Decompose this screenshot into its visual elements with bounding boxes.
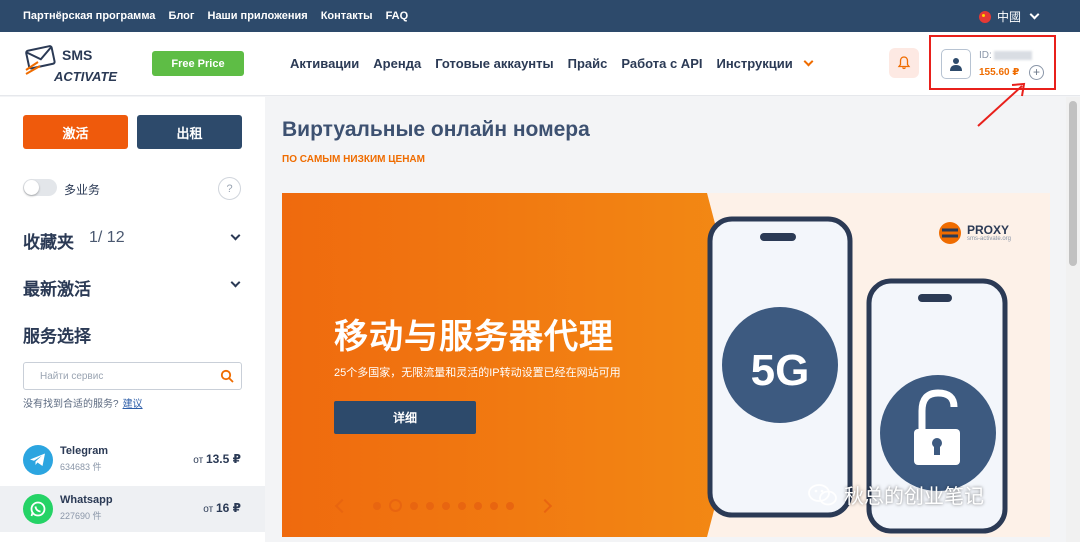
service-search-input[interactable]: Найти сервис <box>23 362 242 390</box>
rent-tab-button[interactable]: 出租 <box>137 115 242 149</box>
banner-description: 25个多国家，无限流量和灵活的IP转动设置已经在网站可用 <box>334 367 621 379</box>
user-avatar-icon[interactable] <box>941 49 971 79</box>
phone-5g-label: 5G <box>751 346 810 395</box>
chevron-down-icon[interactable] <box>803 56 814 67</box>
service-row-telegram[interactable]: Telegram 634683 件 от 13.5 ₽ <box>0 437 265 483</box>
proxy-brand: PROXY <box>967 223 1010 237</box>
carousel-dot[interactable] <box>458 501 466 510</box>
nav-rent[interactable]: Аренда <box>373 56 421 71</box>
activate-tab-button[interactable]: 激活 <box>23 115 128 149</box>
watermark-text: 秋总的创业笔记 <box>844 486 984 508</box>
carousel-dot[interactable] <box>506 501 514 510</box>
carousel-dot[interactable] <box>442 501 450 510</box>
watermark: 秋总的创业笔记 <box>808 480 984 509</box>
price-value: 16 ₽ <box>215 501 241 515</box>
svg-text:ACTIVATE: ACTIVATE <box>53 69 117 84</box>
carousel-dot[interactable] <box>410 501 418 510</box>
chevron-down-icon[interactable] <box>230 277 241 288</box>
sidebar: 激活 出租 多业务 ? 收藏夹 1/ 12 最新激活 服务选择 Найти се… <box>0 97 265 542</box>
favorites-count: 1/ 12 <box>89 229 125 246</box>
carousel-dot[interactable] <box>373 501 381 510</box>
service-name: Whatsapp <box>60 494 113 506</box>
account-balance: 155.60 ₽ <box>979 67 1020 78</box>
banner-details-button[interactable]: 详细 <box>334 401 476 434</box>
top-links: Партнёрская программа Блог Наши приложен… <box>23 10 408 22</box>
search-icon[interactable] <box>220 369 234 383</box>
faq-link[interactable]: FAQ <box>386 10 409 22</box>
page-scrollbar[interactable] <box>1066 97 1080 542</box>
carousel-dot[interactable] <box>474 501 482 510</box>
main-header: SMS ACTIVATE Free Price Активации Аренда… <box>0 32 1080 96</box>
top-up-button[interactable]: + <box>1029 65 1044 80</box>
carousel-prev-icon[interactable] <box>334 498 350 513</box>
page-title: Виртуальные онлайн номера <box>282 118 590 141</box>
free-price-button[interactable]: Free Price <box>152 51 244 76</box>
not-found-label: 没有找到合适的服务? <box>23 399 119 410</box>
partner-program-link[interactable]: Партнёрская программа <box>23 10 155 22</box>
service-price: от 16 ₽ <box>203 501 241 515</box>
wechat-icon <box>808 483 837 505</box>
not-found-text: 没有找到合适的服务? 建议 <box>23 395 143 410</box>
chevron-down-icon <box>1029 9 1040 20</box>
nav-api[interactable]: Работа с API <box>621 56 702 71</box>
page-subtitle: ПО САМЫМ НИЗКИМ ЦЕНАМ <box>282 154 425 165</box>
help-icon[interactable]: ? <box>218 177 241 200</box>
sms-activate-logo[interactable]: SMS ACTIVATE <box>24 40 134 88</box>
bell-icon <box>897 56 911 70</box>
proxy-logo: PROXY sms-activate.org <box>938 221 1011 245</box>
price-prefix: от <box>203 504 214 515</box>
china-flag-icon <box>978 10 991 23</box>
language-selector[interactable]: 中國 <box>978 8 1040 25</box>
annotation-arrow <box>977 82 1026 127</box>
service-select-title: 服务选择 <box>23 327 91 346</box>
telegram-icon <box>23 445 53 475</box>
service-row-whatsapp[interactable]: Whatsapp 227690 件 от 16 ₽ <box>0 486 265 532</box>
carousel-next-icon[interactable] <box>537 498 553 513</box>
service-count: 634683 件 <box>60 462 102 472</box>
recent-activations-title[interactable]: 最新激活 <box>23 275 91 300</box>
nav-activations[interactable]: Активации <box>290 56 359 71</box>
multi-service-toggle[interactable] <box>23 179 57 196</box>
service-name: Telegram <box>60 445 109 457</box>
carousel-dot-active[interactable] <box>389 499 402 512</box>
notification-button[interactable] <box>889 48 919 78</box>
proxy-url: sms-activate.org <box>967 236 1012 242</box>
service-price: от 13.5 ₽ <box>193 452 241 466</box>
account-id: ID: <box>979 50 1032 61</box>
top-bar: Партнёрская программа Блог Наши приложен… <box>0 0 1080 32</box>
blog-link[interactable]: Блог <box>168 10 194 22</box>
banner-title: 移动与服务器代理 <box>334 318 614 356</box>
chevron-down-icon[interactable] <box>230 230 241 241</box>
price-value: 13.5 ₽ <box>205 452 241 466</box>
account-id-label: ID: <box>979 50 992 61</box>
carousel-dot[interactable] <box>426 501 434 510</box>
main-nav: Активации Аренда Готовые аккаунты Прайс … <box>290 56 793 71</box>
suggest-link[interactable]: 建议 <box>123 399 143 410</box>
svg-text:SMS: SMS <box>62 47 92 63</box>
nav-ready-accounts[interactable]: Готовые аккаунты <box>435 56 553 71</box>
price-prefix: от <box>193 455 204 466</box>
account-id-redacted <box>993 51 1032 60</box>
nav-instructions[interactable]: Инструкции <box>716 56 792 71</box>
carousel-dot[interactable] <box>490 501 498 510</box>
nav-price[interactable]: Прайс <box>568 56 608 71</box>
favorites-title[interactable]: 收藏夹 <box>23 228 74 253</box>
search-placeholder: Найти сервис <box>40 371 104 382</box>
carousel-pagination <box>334 498 553 513</box>
multi-service-label: 多业务 <box>64 183 101 197</box>
service-count: 227690 件 <box>60 511 102 521</box>
proxy-logo-icon <box>939 222 961 244</box>
whatsapp-icon <box>23 494 53 524</box>
scrollbar-thumb[interactable] <box>1069 101 1077 266</box>
our-apps-link[interactable]: Наши приложения <box>208 10 308 22</box>
contacts-link[interactable]: Контакты <box>321 10 373 22</box>
language-label: 中國 <box>996 10 1021 24</box>
